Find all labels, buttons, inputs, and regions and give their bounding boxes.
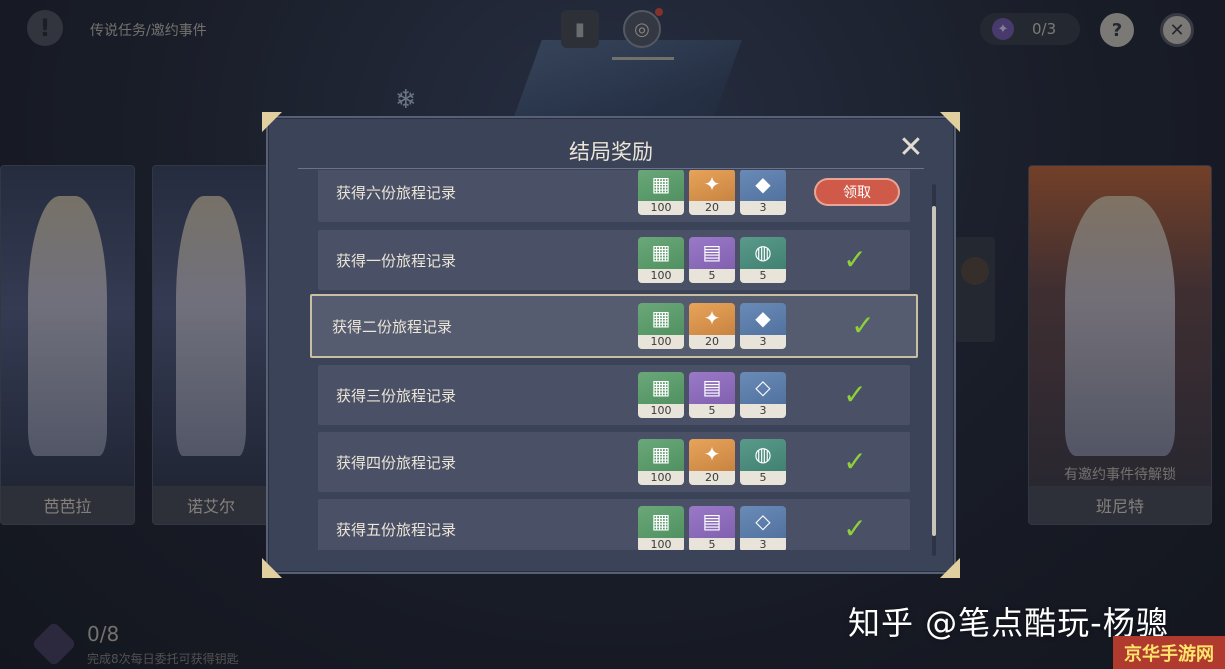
book-icon: ▤ bbox=[702, 375, 722, 399]
reward-item-journey-record[interactable]: ▦ 100 bbox=[638, 170, 684, 215]
item-count: 100 bbox=[638, 471, 684, 485]
reward-items: ▦ 100 ✦ 20 ◆ 3 bbox=[638, 303, 786, 349]
reward-list[interactable]: 获得六份旅程记录 ▦ 100 ✦ 20 ◆ 3 领取 获得一份旅程记录 ▦ 100 ▤ 5… bbox=[308, 170, 918, 550]
reward-row: 获得六份旅程记录 ▦ 100 ✦ 20 ◆ 3 领取 bbox=[318, 170, 910, 222]
reward-item-book[interactable]: ▤ 5 bbox=[689, 506, 735, 550]
claimed-check-icon: ✓ bbox=[843, 512, 867, 545]
reward-item-primogem[interactable]: ✦ 20 bbox=[689, 170, 735, 215]
reward-item-primogem[interactable]: ✦ 20 bbox=[689, 439, 735, 485]
reward-item-book[interactable]: ▤ 5 bbox=[689, 372, 735, 418]
item-count: 20 bbox=[689, 201, 735, 215]
reward-condition: 获得四份旅程记录 bbox=[336, 453, 457, 472]
corner-ornament bbox=[262, 558, 282, 578]
reward-row: 获得一份旅程记录 ▦ 100 ▤ 5 ◍ 5 ✓ bbox=[318, 230, 910, 290]
gem-icon: ✦ bbox=[703, 172, 721, 196]
item-count: 100 bbox=[638, 404, 684, 418]
item-count: 20 bbox=[689, 471, 735, 485]
item-count: 100 bbox=[638, 269, 684, 283]
reward-items: ▦ 100 ▤ 5 ◇ 3 bbox=[638, 372, 786, 418]
record-icon: ▦ bbox=[651, 509, 671, 533]
ending-rewards-dialog: 结局奖励 ✕ 获得六份旅程记录 ▦ 100 ✦ 20 ◆ 3 领取 获得一份旅程记录 … bbox=[262, 112, 956, 574]
reward-items: ▦ 100 ▤ 5 ◇ 3 bbox=[638, 506, 786, 550]
item-count: 5 bbox=[740, 471, 786, 485]
reward-row: 获得五份旅程记录 ▦ 100 ▤ 5 ◇ 3 ✓ bbox=[318, 499, 910, 550]
reward-item-journey-record[interactable]: ▦ 100 bbox=[638, 372, 684, 418]
claimed-check-icon: ✓ bbox=[843, 445, 867, 478]
reward-row-selected: 获得二份旅程记录 ▦ 100 ✦ 20 ◆ 3 ✓ bbox=[310, 294, 918, 358]
reward-item-journey-record[interactable]: ▦ 100 bbox=[638, 237, 684, 283]
item-count: 5 bbox=[689, 404, 735, 418]
reward-items: ▦ 100 ▤ 5 ◍ 5 bbox=[638, 237, 786, 283]
item-count: 3 bbox=[740, 201, 786, 215]
reward-condition: 获得一份旅程记录 bbox=[336, 251, 457, 270]
item-count: 100 bbox=[638, 201, 684, 215]
corner-ornament bbox=[262, 112, 282, 132]
item-count: 5 bbox=[689, 538, 735, 550]
corner-ornament bbox=[940, 112, 960, 132]
site-watermark: 京华手游网 bbox=[1113, 636, 1225, 669]
reward-item-ore[interactable]: ◆ 3 bbox=[740, 170, 786, 215]
reward-item-dish[interactable]: ◍ 5 bbox=[740, 237, 786, 283]
reward-condition: 获得六份旅程记录 bbox=[336, 183, 457, 202]
claim-button[interactable]: 领取 bbox=[814, 178, 900, 206]
item-count: 3 bbox=[740, 335, 786, 349]
record-icon: ▦ bbox=[651, 306, 671, 330]
reward-condition: 获得五份旅程记录 bbox=[336, 520, 457, 539]
item-count: 5 bbox=[689, 269, 735, 283]
item-count: 5 bbox=[740, 269, 786, 283]
title-divider bbox=[298, 168, 924, 169]
reward-item-primogem[interactable]: ✦ 20 bbox=[689, 303, 735, 349]
ore-icon: ◆ bbox=[755, 172, 771, 196]
item-count: 100 bbox=[638, 335, 684, 349]
item-count: 100 bbox=[638, 538, 684, 550]
reward-item-book[interactable]: ▤ 5 bbox=[689, 237, 735, 283]
item-count: 3 bbox=[740, 404, 786, 418]
claimed-check-icon: ✓ bbox=[851, 309, 875, 342]
reward-item-crystal[interactable]: ◇ 3 bbox=[740, 506, 786, 550]
reward-condition: 获得三份旅程记录 bbox=[336, 386, 457, 405]
claimed-check-icon: ✓ bbox=[843, 378, 867, 411]
item-count: 3 bbox=[740, 538, 786, 550]
scrollbar[interactable] bbox=[932, 184, 936, 556]
corner-ornament bbox=[940, 558, 960, 578]
reward-condition: 获得二份旅程记录 bbox=[332, 317, 453, 336]
dish-icon: ◍ bbox=[754, 240, 772, 264]
crystal-icon: ◇ bbox=[755, 375, 771, 399]
reward-item-ore[interactable]: ◆ 3 bbox=[740, 303, 786, 349]
ore-icon: ◆ bbox=[755, 306, 771, 330]
record-icon: ▦ bbox=[651, 375, 671, 399]
item-count: 20 bbox=[689, 335, 735, 349]
reward-items: ▦ 100 ✦ 20 ◍ 5 bbox=[638, 439, 786, 485]
gem-icon: ✦ bbox=[703, 306, 721, 330]
reward-item-journey-record[interactable]: ▦ 100 bbox=[638, 303, 684, 349]
gem-icon: ✦ bbox=[703, 442, 721, 466]
claimed-check-icon: ✓ bbox=[843, 243, 867, 276]
reward-row: 获得四份旅程记录 ▦ 100 ✦ 20 ◍ 5 ✓ bbox=[318, 432, 910, 492]
reward-item-dish[interactable]: ◍ 5 bbox=[740, 439, 786, 485]
record-icon: ▦ bbox=[651, 442, 671, 466]
reward-row: 获得三份旅程记录 ▦ 100 ▤ 5 ◇ 3 ✓ bbox=[318, 365, 910, 425]
reward-item-journey-record[interactable]: ▦ 100 bbox=[638, 506, 684, 550]
reward-item-crystal[interactable]: ◇ 3 bbox=[740, 372, 786, 418]
close-dialog-button[interactable]: ✕ bbox=[896, 130, 926, 165]
dialog-title: 结局奖励 bbox=[569, 140, 653, 164]
record-icon: ▦ bbox=[651, 172, 671, 196]
scrollbar-thumb[interactable] bbox=[932, 206, 936, 536]
crystal-icon: ◇ bbox=[755, 509, 771, 533]
record-icon: ▦ bbox=[651, 240, 671, 264]
dish-icon: ◍ bbox=[754, 442, 772, 466]
reward-item-journey-record[interactable]: ▦ 100 bbox=[638, 439, 684, 485]
book-icon: ▤ bbox=[702, 509, 722, 533]
reward-items: ▦ 100 ✦ 20 ◆ 3 bbox=[638, 170, 786, 215]
book-icon: ▤ bbox=[702, 240, 722, 264]
